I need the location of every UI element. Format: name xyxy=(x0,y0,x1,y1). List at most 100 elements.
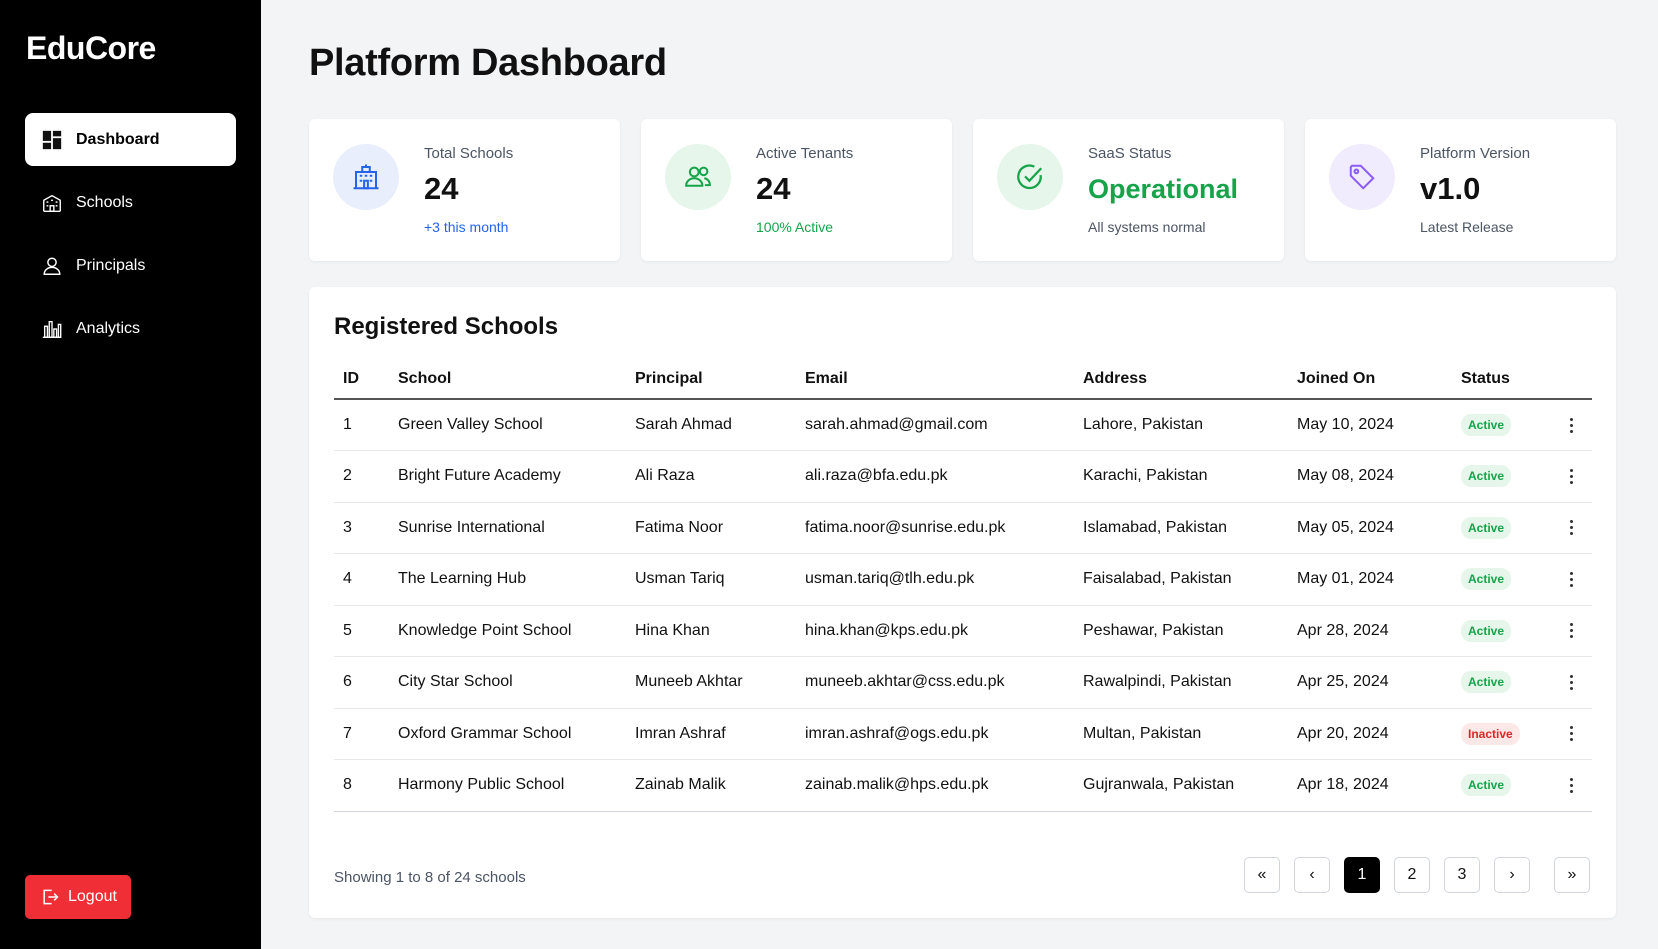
cell-address: Faisalabad, Pakistan xyxy=(1074,553,1288,606)
cell-school: The Learning Hub xyxy=(389,553,626,606)
stat-subtext: Latest Release xyxy=(1420,219,1514,235)
stat-label: Platform Version xyxy=(1420,145,1531,162)
cell-email: muneeb.akhtar@css.edu.pk xyxy=(796,656,1074,709)
last-page-button[interactable]: » xyxy=(1554,857,1590,893)
cell-status: Active xyxy=(1452,759,1552,812)
stat-value: v1.0 xyxy=(1420,171,1481,206)
cell-actions xyxy=(1552,399,1592,451)
cell-status: Active xyxy=(1452,656,1552,709)
cell-actions xyxy=(1552,605,1592,657)
table-row: 8 Harmony Public School Zainab Malik zainab… xyxy=(334,759,1592,812)
cell-email: fatima.noor@sunrise.edu.pk xyxy=(796,502,1074,554)
cell-joined-on: Apr 20, 2024 xyxy=(1288,708,1452,760)
table-row: 4 The Learning Hub Usman Tariq usman.tariq@… xyxy=(334,553,1592,606)
pagination: « ‹ 1 2 3 › » xyxy=(1244,857,1590,893)
cell-email: usman.tariq@tlh.edu.pk xyxy=(796,553,1074,606)
cell-school: Oxford Grammar School xyxy=(389,708,626,760)
cell-principal: Usman Tariq xyxy=(626,553,796,606)
sidebar: EduCore Dashboard Schools Principals Ana… xyxy=(0,0,261,949)
cell-joined-on: Apr 25, 2024 xyxy=(1288,656,1452,709)
status-badge: Active xyxy=(1461,516,1512,539)
stat-value: 24 xyxy=(424,171,459,206)
cell-id: 6 xyxy=(334,656,389,709)
cell-school: Sunrise International xyxy=(389,502,626,554)
stat-card-platform-version: Platform Version v1.0 Latest Release xyxy=(1305,119,1616,261)
panel-title: Registered Schools xyxy=(334,313,559,340)
stat-card-active-tenants: Active Tenants 24 100% Active xyxy=(641,119,952,261)
next-page-button[interactable]: › xyxy=(1494,857,1530,893)
cell-actions xyxy=(1552,656,1592,709)
column-header: Email xyxy=(796,359,1074,400)
column-header: Joined On xyxy=(1288,359,1452,400)
dashboard-grid-icon xyxy=(40,128,64,152)
table-row: 2 Bright Future Academy Ali Raza ali.raza@b… xyxy=(334,450,1592,503)
more-options-icon[interactable] xyxy=(1561,520,1581,536)
stats-cards: Total Schools 24 +3 this month Active Te… xyxy=(309,119,1616,261)
schools-table: ID School Principal Email Address Joined… xyxy=(334,359,1592,812)
more-options-icon[interactable] xyxy=(1561,777,1581,793)
page-button-3[interactable]: 3 xyxy=(1444,857,1480,893)
more-options-icon[interactable] xyxy=(1561,726,1581,742)
column-header: School xyxy=(389,359,626,400)
brand-logo: EduCore xyxy=(26,30,156,66)
bar-chart-icon xyxy=(40,317,64,341)
prev-page-button[interactable]: ‹ xyxy=(1294,857,1330,893)
more-options-icon[interactable] xyxy=(1561,571,1581,587)
sidebar-item-label: Dashboard xyxy=(76,130,160,148)
cell-id: 7 xyxy=(334,708,389,760)
stat-label: Total Schools xyxy=(424,145,514,162)
stat-card-total-schools: Total Schools 24 +3 this month xyxy=(309,119,620,261)
sidebar-item-analytics[interactable]: Analytics xyxy=(25,302,236,355)
more-options-icon[interactable] xyxy=(1561,417,1581,433)
more-options-icon[interactable] xyxy=(1561,623,1581,639)
cell-id: 2 xyxy=(334,450,389,503)
cell-id: 5 xyxy=(334,605,389,657)
status-badge: Active xyxy=(1461,465,1512,488)
table-row: 7 Oxford Grammar School Imran Ashraf imran.… xyxy=(334,708,1592,760)
cell-address: Rawalpindi, Pakistan xyxy=(1074,656,1288,709)
column-header: Address xyxy=(1074,359,1288,400)
user-icon xyxy=(40,254,64,278)
cell-status: Active xyxy=(1452,399,1552,451)
stat-label: Active Tenants xyxy=(756,145,854,162)
column-header-actions xyxy=(1552,359,1592,400)
column-header: Status xyxy=(1452,359,1552,400)
users-icon xyxy=(665,144,731,210)
cell-address: Lahore, Pakistan xyxy=(1074,399,1288,451)
stat-label: SaaS Status xyxy=(1088,145,1172,162)
table-row: 6 City Star School Muneeb Akhtar muneeb.akh… xyxy=(334,656,1592,709)
registered-schools-panel: Registered Schools ID School Principal E… xyxy=(309,287,1616,918)
first-page-button[interactable]: « xyxy=(1244,857,1280,893)
table-row: 3 Sunrise International Fatima Noor fatima.… xyxy=(334,502,1592,554)
more-options-icon[interactable] xyxy=(1561,674,1581,690)
cell-joined-on: May 10, 2024 xyxy=(1288,399,1452,451)
cell-school: Knowledge Point School xyxy=(389,605,626,657)
cell-address: Karachi, Pakistan xyxy=(1074,450,1288,503)
cell-principal: Imran Ashraf xyxy=(626,708,796,760)
cell-school: Harmony Public School xyxy=(389,759,626,812)
column-header: Principal xyxy=(626,359,796,400)
cell-principal: Hina Khan xyxy=(626,605,796,657)
stat-value: 24 xyxy=(756,171,791,206)
cell-principal: Zainab Malik xyxy=(626,759,796,812)
cell-school: Green Valley School xyxy=(389,399,626,451)
cell-email: hina.khan@kps.edu.pk xyxy=(796,605,1074,657)
sidebar-item-principals[interactable]: Principals xyxy=(25,239,236,292)
column-header: ID xyxy=(334,359,389,400)
cell-school: City Star School xyxy=(389,656,626,709)
status-badge: Active xyxy=(1461,568,1512,591)
stat-card-saas-status: SaaS Status Operational All systems norm… xyxy=(973,119,1284,261)
page-button-2[interactable]: 2 xyxy=(1394,857,1430,893)
cell-email: sarah.ahmad@gmail.com xyxy=(796,399,1074,451)
sidebar-item-dashboard[interactable]: Dashboard xyxy=(25,113,236,166)
logout-button[interactable]: Logout xyxy=(25,875,131,919)
sidebar-item-schools[interactable]: Schools xyxy=(25,176,236,229)
cell-joined-on: May 05, 2024 xyxy=(1288,502,1452,554)
cell-joined-on: May 08, 2024 xyxy=(1288,450,1452,503)
stat-subtext: +3 this month xyxy=(424,219,509,235)
sidebar-nav: Dashboard Schools Principals Analytics xyxy=(25,113,236,365)
table-row: 1 Green Valley School Sarah Ahmad sarah.ahm… xyxy=(334,399,1592,451)
cell-principal: Ali Raza xyxy=(626,450,796,503)
page-button-1[interactable]: 1 xyxy=(1344,857,1380,893)
more-options-icon[interactable] xyxy=(1561,468,1581,484)
